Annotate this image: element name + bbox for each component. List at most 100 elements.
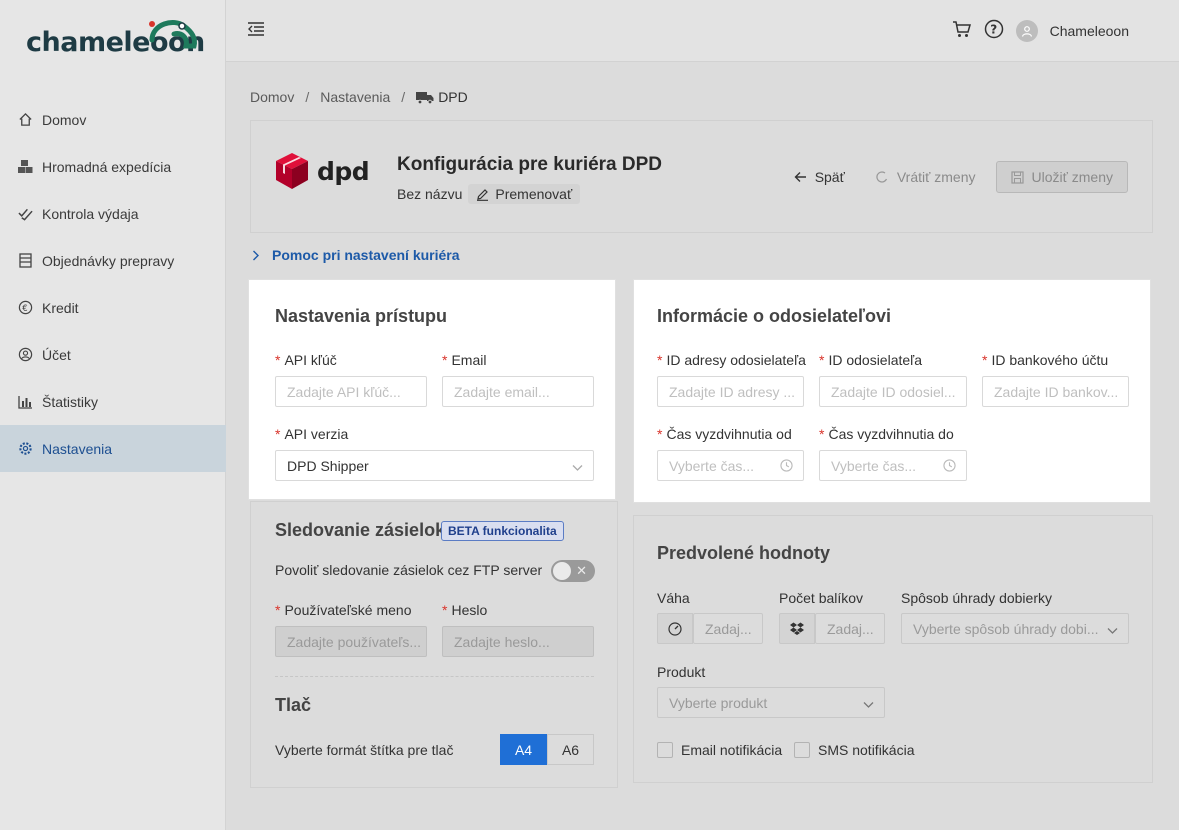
collapse-sidebar-icon[interactable] <box>246 20 266 38</box>
breadcrumb-separator: / <box>401 89 406 105</box>
sidebar-item-objednavky-prepravy[interactable]: Objednávky prepravy <box>0 237 226 284</box>
weight-label: Váha <box>657 590 690 606</box>
sidebar-item-statistiky[interactable]: Štatistiky <box>0 378 226 425</box>
toggle-off-icon: ✕ <box>576 563 587 578</box>
dpd-cube-icon <box>276 153 308 189</box>
bank-id-label: * ID bankového účtu <box>982 352 1109 368</box>
help-link-label: Pomoc pri nastavení kuriéra <box>272 247 460 263</box>
list-icon <box>16 252 34 270</box>
packages-input[interactable]: Zadaj... <box>815 613 885 644</box>
email-input[interactable]: Zadajte email... <box>442 376 594 407</box>
dpd-wordmark: dpd <box>317 156 370 186</box>
api-version-label: * API verzia <box>275 426 349 442</box>
topbar: ? Chameleoon <box>226 0 1179 62</box>
sender-id-input[interactable]: Zadajte ID odosiel... <box>819 376 967 407</box>
username-input[interactable]: Zadajte používateľs... <box>275 626 427 657</box>
ftp-tracking-toggle[interactable]: ✕ <box>551 560 595 582</box>
sender-info-card: Informácie o odosielateľovi * ID adresy o… <box>633 279 1151 503</box>
sidebar-item-label: Domov <box>42 111 87 128</box>
checkbox-box <box>794 742 810 758</box>
breadcrumb-settings[interactable]: Nastavenia <box>320 89 390 105</box>
print-title: Tlač <box>275 695 312 715</box>
password-label: * Heslo <box>442 602 488 618</box>
sidebar-item-hromadna-expedicia[interactable]: Hromadná expedícia <box>0 143 226 190</box>
bank-id-input[interactable]: Zadajte ID bankov... <box>982 376 1129 407</box>
undo-icon <box>876 171 887 183</box>
print-format-selector: A4 A6 <box>500 734 594 765</box>
chameleon-logo-icon <box>149 20 197 49</box>
save-button[interactable]: Uložiť zmeny <box>995 161 1128 193</box>
sidebar-item-label: Účet <box>42 346 71 363</box>
revert-button[interactable]: Vrátiť zmeny <box>865 163 986 191</box>
email-notification-label: Email notifikácia <box>681 742 783 758</box>
sender-id-label: * ID odosielateľa <box>819 352 923 368</box>
boxes-icon <box>16 158 34 176</box>
chevron-right-icon <box>253 250 259 260</box>
svg-text:€: € <box>22 303 27 313</box>
chevron-down-icon <box>572 459 583 475</box>
packages-addon <box>779 613 815 644</box>
sidebar-item-label: Nastavenia <box>42 440 113 457</box>
defaults-title: Predvolené hodnoty <box>657 543 831 563</box>
sidebar-item-nastavenia[interactable]: Nastavenia <box>0 425 226 472</box>
bar-chart-icon <box>16 393 34 411</box>
weight-input[interactable]: Zadaj... <box>693 613 763 644</box>
gauge-icon <box>668 621 682 636</box>
password-input[interactable]: Zadajte heslo... <box>442 626 594 657</box>
help-collapse[interactable]: Pomoc pri nastavení kuriéra <box>252 247 460 263</box>
pencil-icon <box>477 188 489 201</box>
clock-icon <box>943 459 956 475</box>
pickup-to-input[interactable]: Vyberte čas... <box>819 450 967 481</box>
pickup-from-input[interactable]: Vyberte čas... <box>657 450 804 481</box>
sidebar-item-ucet[interactable]: Účet <box>0 331 226 378</box>
pickup-from-label: * Čas vyzdvihnutia od <box>657 426 792 442</box>
chevron-down-icon <box>1107 622 1118 638</box>
truck-icon <box>416 91 434 104</box>
sender-info-title: Informácie o odosielateľovi <box>657 306 891 326</box>
sidebar-item-domov[interactable]: Domov <box>0 96 226 143</box>
ftp-tracking-label: Povoliť sledovanie zásielok cez FTP serv… <box>275 562 543 578</box>
sidebar-item-label: Štatistiky <box>42 393 99 410</box>
product-select[interactable]: Vyberte produkt <box>657 687 885 718</box>
api-version-select[interactable]: DPD Shipper <box>275 450 594 481</box>
arrow-left-icon <box>794 172 806 182</box>
user-name[interactable]: Chameleoon <box>1050 23 1129 39</box>
double-check-icon <box>16 205 34 223</box>
breadcrumb-home[interactable]: Domov <box>250 89 294 105</box>
user-circle-icon <box>16 346 34 364</box>
config-name: Bez názvu Premenovať <box>397 184 581 204</box>
tracking-print-card: Sledovanie zásielok BETA funkcionalita P… <box>250 501 618 788</box>
address-id-label: * ID adresy odosielateľa <box>657 352 806 368</box>
sidebar-item-kredit[interactable]: € Kredit <box>0 284 226 331</box>
home-icon <box>16 111 34 129</box>
cod-select[interactable]: Vyberte spôsob úhrady dobi... <box>901 613 1129 644</box>
rename-button[interactable]: Premenovať <box>468 184 581 204</box>
sidebar-nav: Domov Hromadná expedícia Kontrola výdaja… <box>0 96 226 472</box>
avatar[interactable] <box>1015 19 1038 42</box>
euro-icon: € <box>16 299 34 317</box>
format-a6-button[interactable]: A6 <box>547 734 594 765</box>
tracking-title: Sledovanie zásielok <box>275 520 446 540</box>
sidebar-item-kontrola-vydaja[interactable]: Kontrola výdaja <box>0 190 226 237</box>
sms-notification-checkbox[interactable]: SMS notifikácia <box>794 742 914 758</box>
format-a4-button[interactable]: A4 <box>500 734 547 765</box>
gear-icon <box>16 440 34 458</box>
back-button[interactable]: Späť <box>784 163 855 191</box>
address-id-input[interactable]: Zadajte ID adresy ... <box>657 376 804 407</box>
config-name-label: Bez názvu <box>397 186 463 202</box>
beta-badge: BETA funkcionalita <box>441 521 564 541</box>
sidebar-item-label: Kontrola výdaja <box>42 205 139 222</box>
checkbox-box <box>657 742 673 758</box>
app-logo[interactable]: chameleoon <box>26 14 205 58</box>
username-label: * Používateľské meno <box>275 602 412 618</box>
cart-icon[interactable] <box>952 20 972 41</box>
help-icon[interactable]: ? <box>984 19 1004 42</box>
print-format-label: Vyberte formát štítka pre tlač <box>275 742 454 758</box>
topbar-actions: ? Chameleoon <box>952 19 1129 42</box>
dropbox-icon <box>790 622 804 635</box>
courier-header-card: dpd Konfigurácia pre kuriéra DPD Bez náz… <box>250 120 1153 233</box>
access-settings-title: Nastavenia prístupu <box>275 306 448 326</box>
packages-label: Počet balíkov <box>779 590 864 606</box>
api-key-input[interactable]: Zadajte API kľúč... <box>275 376 427 407</box>
email-notification-checkbox[interactable]: Email notifikácia <box>657 742 782 758</box>
